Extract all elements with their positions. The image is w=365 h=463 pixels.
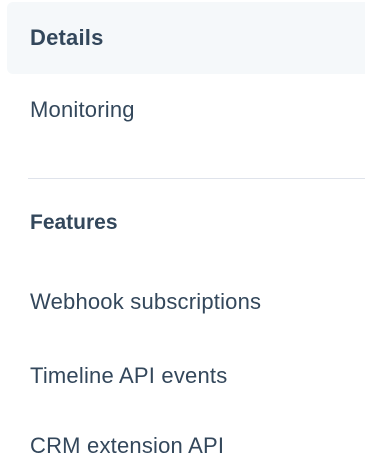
nav-item-details[interactable]: Details [7,2,365,74]
nav-item-webhook-subscriptions[interactable]: Webhook subscriptions [7,266,365,338]
nav-item-timeline-api-events[interactable]: Timeline API events [7,340,365,412]
nav-item-label: Details [30,25,104,50]
nav-item-crm-extension-api[interactable]: CRM extension API [7,409,365,463]
nav-item-label: CRM extension API [30,433,225,458]
nav-item-label: Timeline API events [30,363,228,388]
nav-item-label: Webhook subscriptions [30,289,262,314]
features-section-heading: Features [30,211,118,234]
section-divider [28,178,365,179]
nav-item-monitoring[interactable]: Monitoring [7,74,365,146]
nav-item-label: Monitoring [30,97,135,122]
settings-sidebar-nav: Details Monitoring Features Webhook subs… [0,0,365,463]
